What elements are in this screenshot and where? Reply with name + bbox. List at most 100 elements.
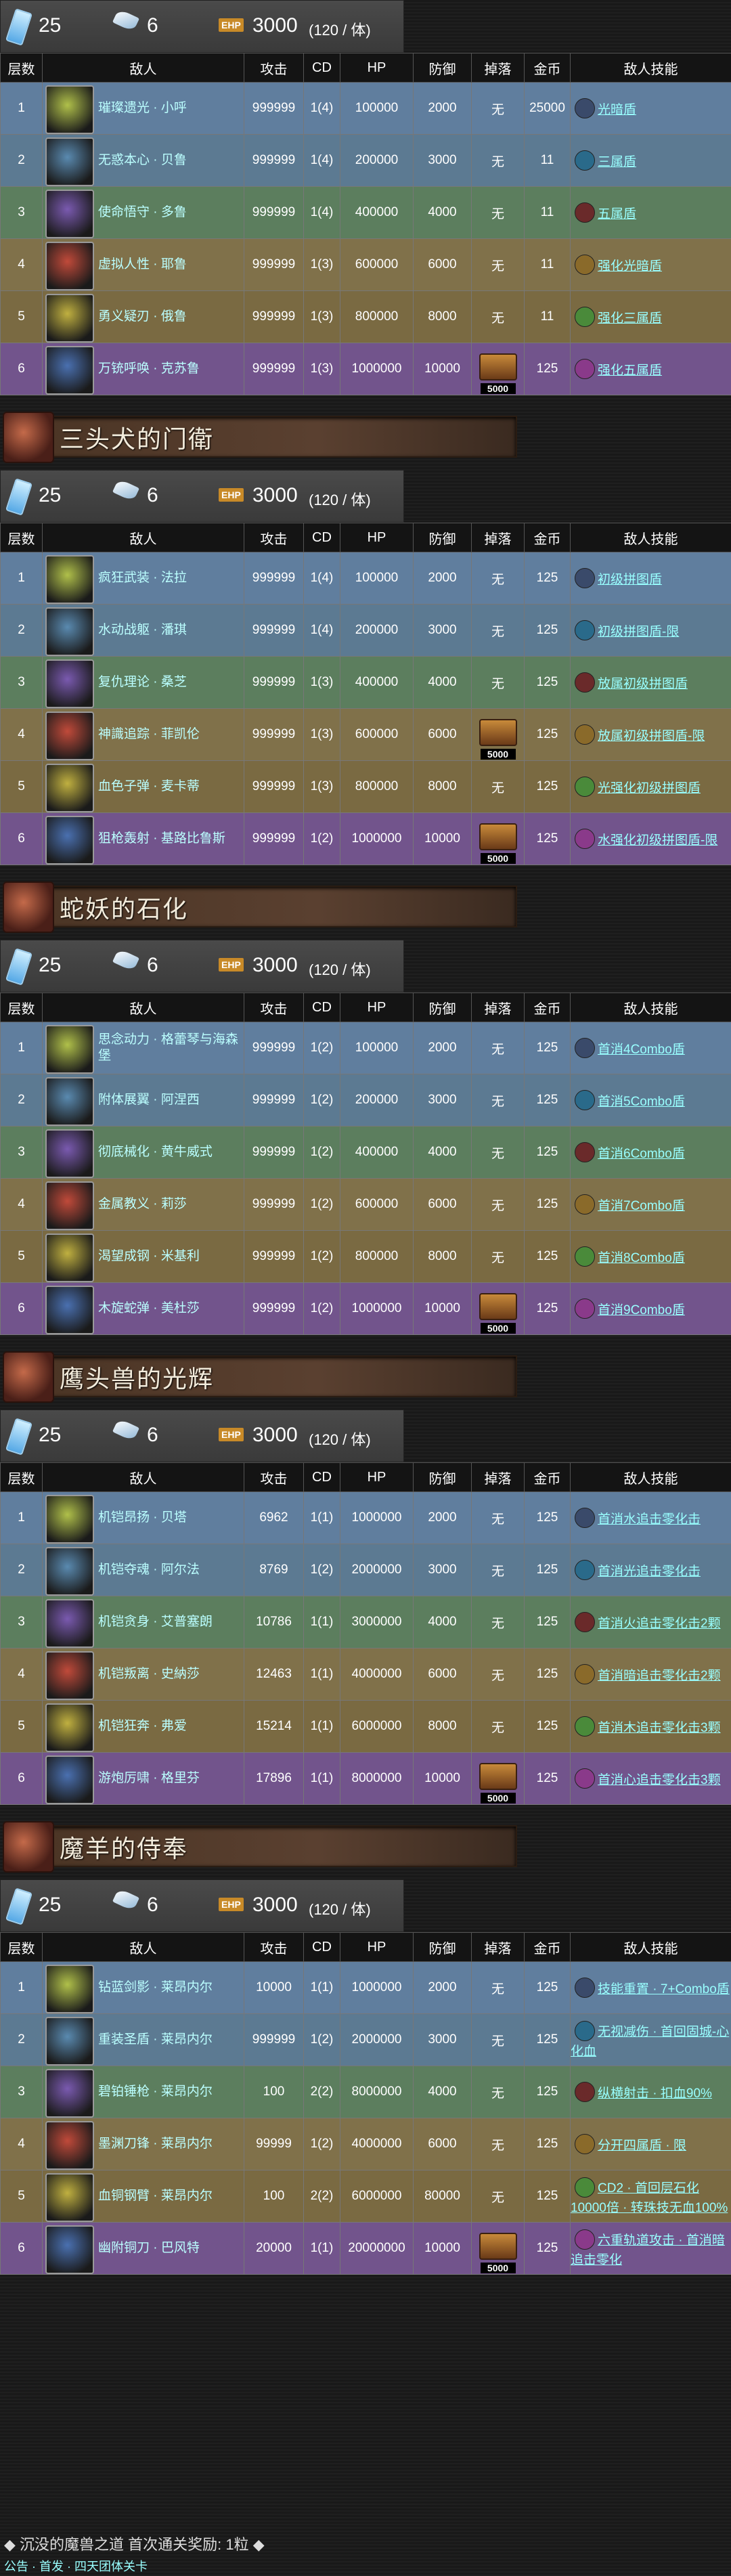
skill-link[interactable]: 水强化初级拼图盾-限 (598, 833, 717, 848)
enemy-avatar[interactable] (45, 607, 94, 656)
skill-link[interactable]: 首消暗追击零化击2颗 (598, 1669, 721, 1683)
enemy-name[interactable]: 无惑本心 · 贝鲁 (98, 137, 241, 183)
gold-cell: 125 (524, 1282, 571, 1335)
enemy-name[interactable]: 木旋蛇弹 · 美杜莎 (98, 1286, 241, 1332)
enemy-avatar[interactable] (45, 137, 94, 186)
drop-cell: 无 (471, 290, 525, 343)
skill-link[interactable]: 首消7Combo盾 (598, 1199, 685, 1213)
enemy-name[interactable]: 墨渊刀锋 · 莱昂内尔 (98, 2121, 241, 2167)
enemy-name[interactable]: 狙枪轰射 · 基路比鲁斯 (98, 816, 241, 862)
skill-link[interactable]: 首消9Combo盾 (598, 1303, 685, 1317)
enemy-avatar[interactable] (45, 764, 94, 812)
skill-link[interactable]: 强化五属盾 (598, 364, 662, 378)
enemy-avatar[interactable] (45, 1965, 94, 2013)
enemy-name[interactable]: 重装圣盾 · 莱昂内尔 (98, 2017, 241, 2063)
skill-link[interactable]: 放属初级拼图盾-限 (598, 729, 705, 743)
enemy-name[interactable]: 神識追踪 · 菲凯伦 (98, 712, 241, 758)
enemy-avatar[interactable] (45, 1651, 94, 1700)
enemy-avatar[interactable] (45, 1234, 94, 1282)
enemy-name[interactable]: 幽附铜刀 · 巴风特 (98, 2225, 241, 2271)
skill-link[interactable]: 初级拼图盾-限 (598, 625, 679, 639)
hp-cell: 100000 (340, 82, 414, 135)
enemy-avatar[interactable] (45, 294, 94, 343)
enemy-name[interactable]: 疯狂武装 · 法拉 (98, 555, 241, 601)
skill-link[interactable]: 首消光追击零化击 (598, 1565, 701, 1579)
skill-link[interactable]: 强化光暗盾 (598, 259, 662, 274)
skill-link[interactable]: 三属盾 (598, 155, 636, 169)
skill-link[interactable]: 光强化初级拼图盾 (598, 781, 701, 795)
table-row: 3 使命悟守 · 多鲁 999999 1(4) 400000 4000 无 11 五属盾 (0, 186, 731, 239)
enemy-avatar[interactable] (45, 242, 94, 290)
enemy-name[interactable]: 复仇理论 · 桑芝 (98, 659, 241, 705)
enemy-avatar[interactable] (45, 1703, 94, 1752)
drop-value: 无 (491, 1146, 504, 1161)
enemy-avatar[interactable] (45, 555, 94, 604)
enemy-name[interactable]: 机铠狂奔 · 弗爱 (98, 1703, 241, 1749)
enemy-avatar[interactable] (45, 712, 94, 760)
enemy-name[interactable]: 使命悟守 · 多鲁 (98, 190, 241, 236)
enemy-avatar[interactable] (45, 1495, 94, 1544)
skill-link[interactable]: 首消心追击零化击3颗 (598, 1773, 721, 1787)
enemy-avatar[interactable] (45, 1025, 94, 1074)
skill-link[interactable]: 首消6Combo盾 (598, 1147, 685, 1161)
skill-link[interactable]: 首消水追击零化击 (598, 1512, 701, 1527)
enemy-name[interactable]: 机铠昂扬 · 贝塔 (98, 1495, 241, 1541)
enemy-name[interactable]: 机铠贪身 · 艾普塞朗 (98, 1599, 241, 1645)
skill-link[interactable]: 纵横射击 · 扣血90% (598, 2087, 712, 2101)
enemy-name[interactable]: 机铠夺魂 · 阿尔法 (98, 1547, 241, 1593)
enemy-name[interactable]: 机铠叛离 · 史納莎 (98, 1651, 241, 1697)
skill-link[interactable]: 分开四属盾 · 限 (598, 2139, 686, 2153)
enemy-avatar[interactable] (45, 659, 94, 708)
skill-link[interactable]: 首消火追击零化击2颗 (598, 1617, 721, 1631)
enemy-avatar[interactable] (45, 2069, 94, 2118)
enemy-avatar[interactable] (45, 190, 94, 238)
skill-link[interactable]: 五属盾 (598, 207, 636, 221)
enemy-avatar[interactable] (45, 2121, 94, 2170)
ehp-value: 3000 (252, 954, 298, 976)
enemy-avatar[interactable] (45, 1547, 94, 1596)
enemy-name[interactable]: 附体展翼 · 阿涅西 (98, 1077, 241, 1123)
enemy-avatar[interactable] (45, 1077, 94, 1126)
enemy-name[interactable]: 璀璨遗光 · 小呼 (98, 85, 241, 131)
enemy-avatar[interactable] (45, 1129, 94, 1178)
gold-cell: 125 (524, 1648, 571, 1701)
gold-cell: 125 (524, 1126, 571, 1179)
enemy-avatar[interactable] (45, 1599, 94, 1648)
defense-cell: 6000 (413, 1648, 472, 1701)
enemy-avatar[interactable] (45, 816, 94, 865)
footer-next-link[interactable]: 公告 · 首发 · 四天团体关卡 (4, 2557, 148, 2575)
enemy-avatar[interactable] (45, 1286, 94, 1334)
enemy-avatar[interactable] (45, 346, 94, 395)
enemy-name[interactable]: 万铳呼唤 · 克苏鲁 (98, 346, 241, 392)
enemy-name[interactable]: 虚拟人性 · 耶鲁 (98, 242, 241, 288)
cd-cell: 1(2) (303, 812, 340, 865)
enemy-name[interactable]: 勇义疑刃 · 俄鲁 (98, 294, 241, 340)
enemy-name[interactable]: 血铜钢臂 · 莱昂内尔 (98, 2173, 241, 2219)
enemy-avatar[interactable] (45, 1181, 94, 1230)
enemy-name[interactable]: 碧铂锤枪 · 莱昂内尔 (98, 2069, 241, 2115)
enemy-name[interactable]: 水动战躯 · 潘琪 (98, 607, 241, 653)
skill-link[interactable]: 技能重置 · 7+Combo盾 (598, 1982, 730, 1996)
enemy-name[interactable]: 金属教义 · 莉莎 (98, 1181, 241, 1227)
enemy-name[interactable]: 血色子弹 · 麦卡蒂 (98, 764, 241, 810)
skill-link[interactable]: 光暗盾 (598, 103, 636, 117)
enemy-avatar[interactable] (45, 2173, 94, 2222)
skill-link[interactable]: 初级拼图盾 (598, 573, 662, 587)
enemy-avatar[interactable] (45, 2017, 94, 2066)
enemy-name[interactable]: 思念动力 · 格蕾琴与海森堡 (98, 1025, 241, 1071)
skill-link[interactable]: 放属初级拼图盾 (598, 677, 688, 691)
enemy-avatar[interactable] (45, 1755, 94, 1804)
enemy-name[interactable]: 游炮厉啸 · 格里芬 (98, 1755, 241, 1802)
enemy-name[interactable]: 彻底械化 · 黄牛威式 (98, 1129, 241, 1175)
skill-link[interactable]: 首消木追击零化击3颗 (598, 1721, 721, 1735)
skill-link[interactable]: 首消5Combo盾 (598, 1095, 685, 1109)
enemy-avatar[interactable] (45, 2225, 94, 2274)
skill-link[interactable]: 强化三属盾 (598, 311, 662, 326)
enemy-name[interactable]: 渴望成钢 · 米基利 (98, 1234, 241, 1280)
enemy-name[interactable]: 钻蓝剑影 · 莱昂内尔 (98, 1965, 241, 2011)
skill-icon (575, 1768, 595, 1789)
skill-link[interactable]: 首消4Combo盾 (598, 1043, 685, 1057)
skill-cell: 首消心追击零化击3颗 (570, 1752, 731, 1805)
enemy-avatar[interactable] (45, 85, 94, 134)
skill-link[interactable]: 首消8Combo盾 (598, 1251, 685, 1265)
